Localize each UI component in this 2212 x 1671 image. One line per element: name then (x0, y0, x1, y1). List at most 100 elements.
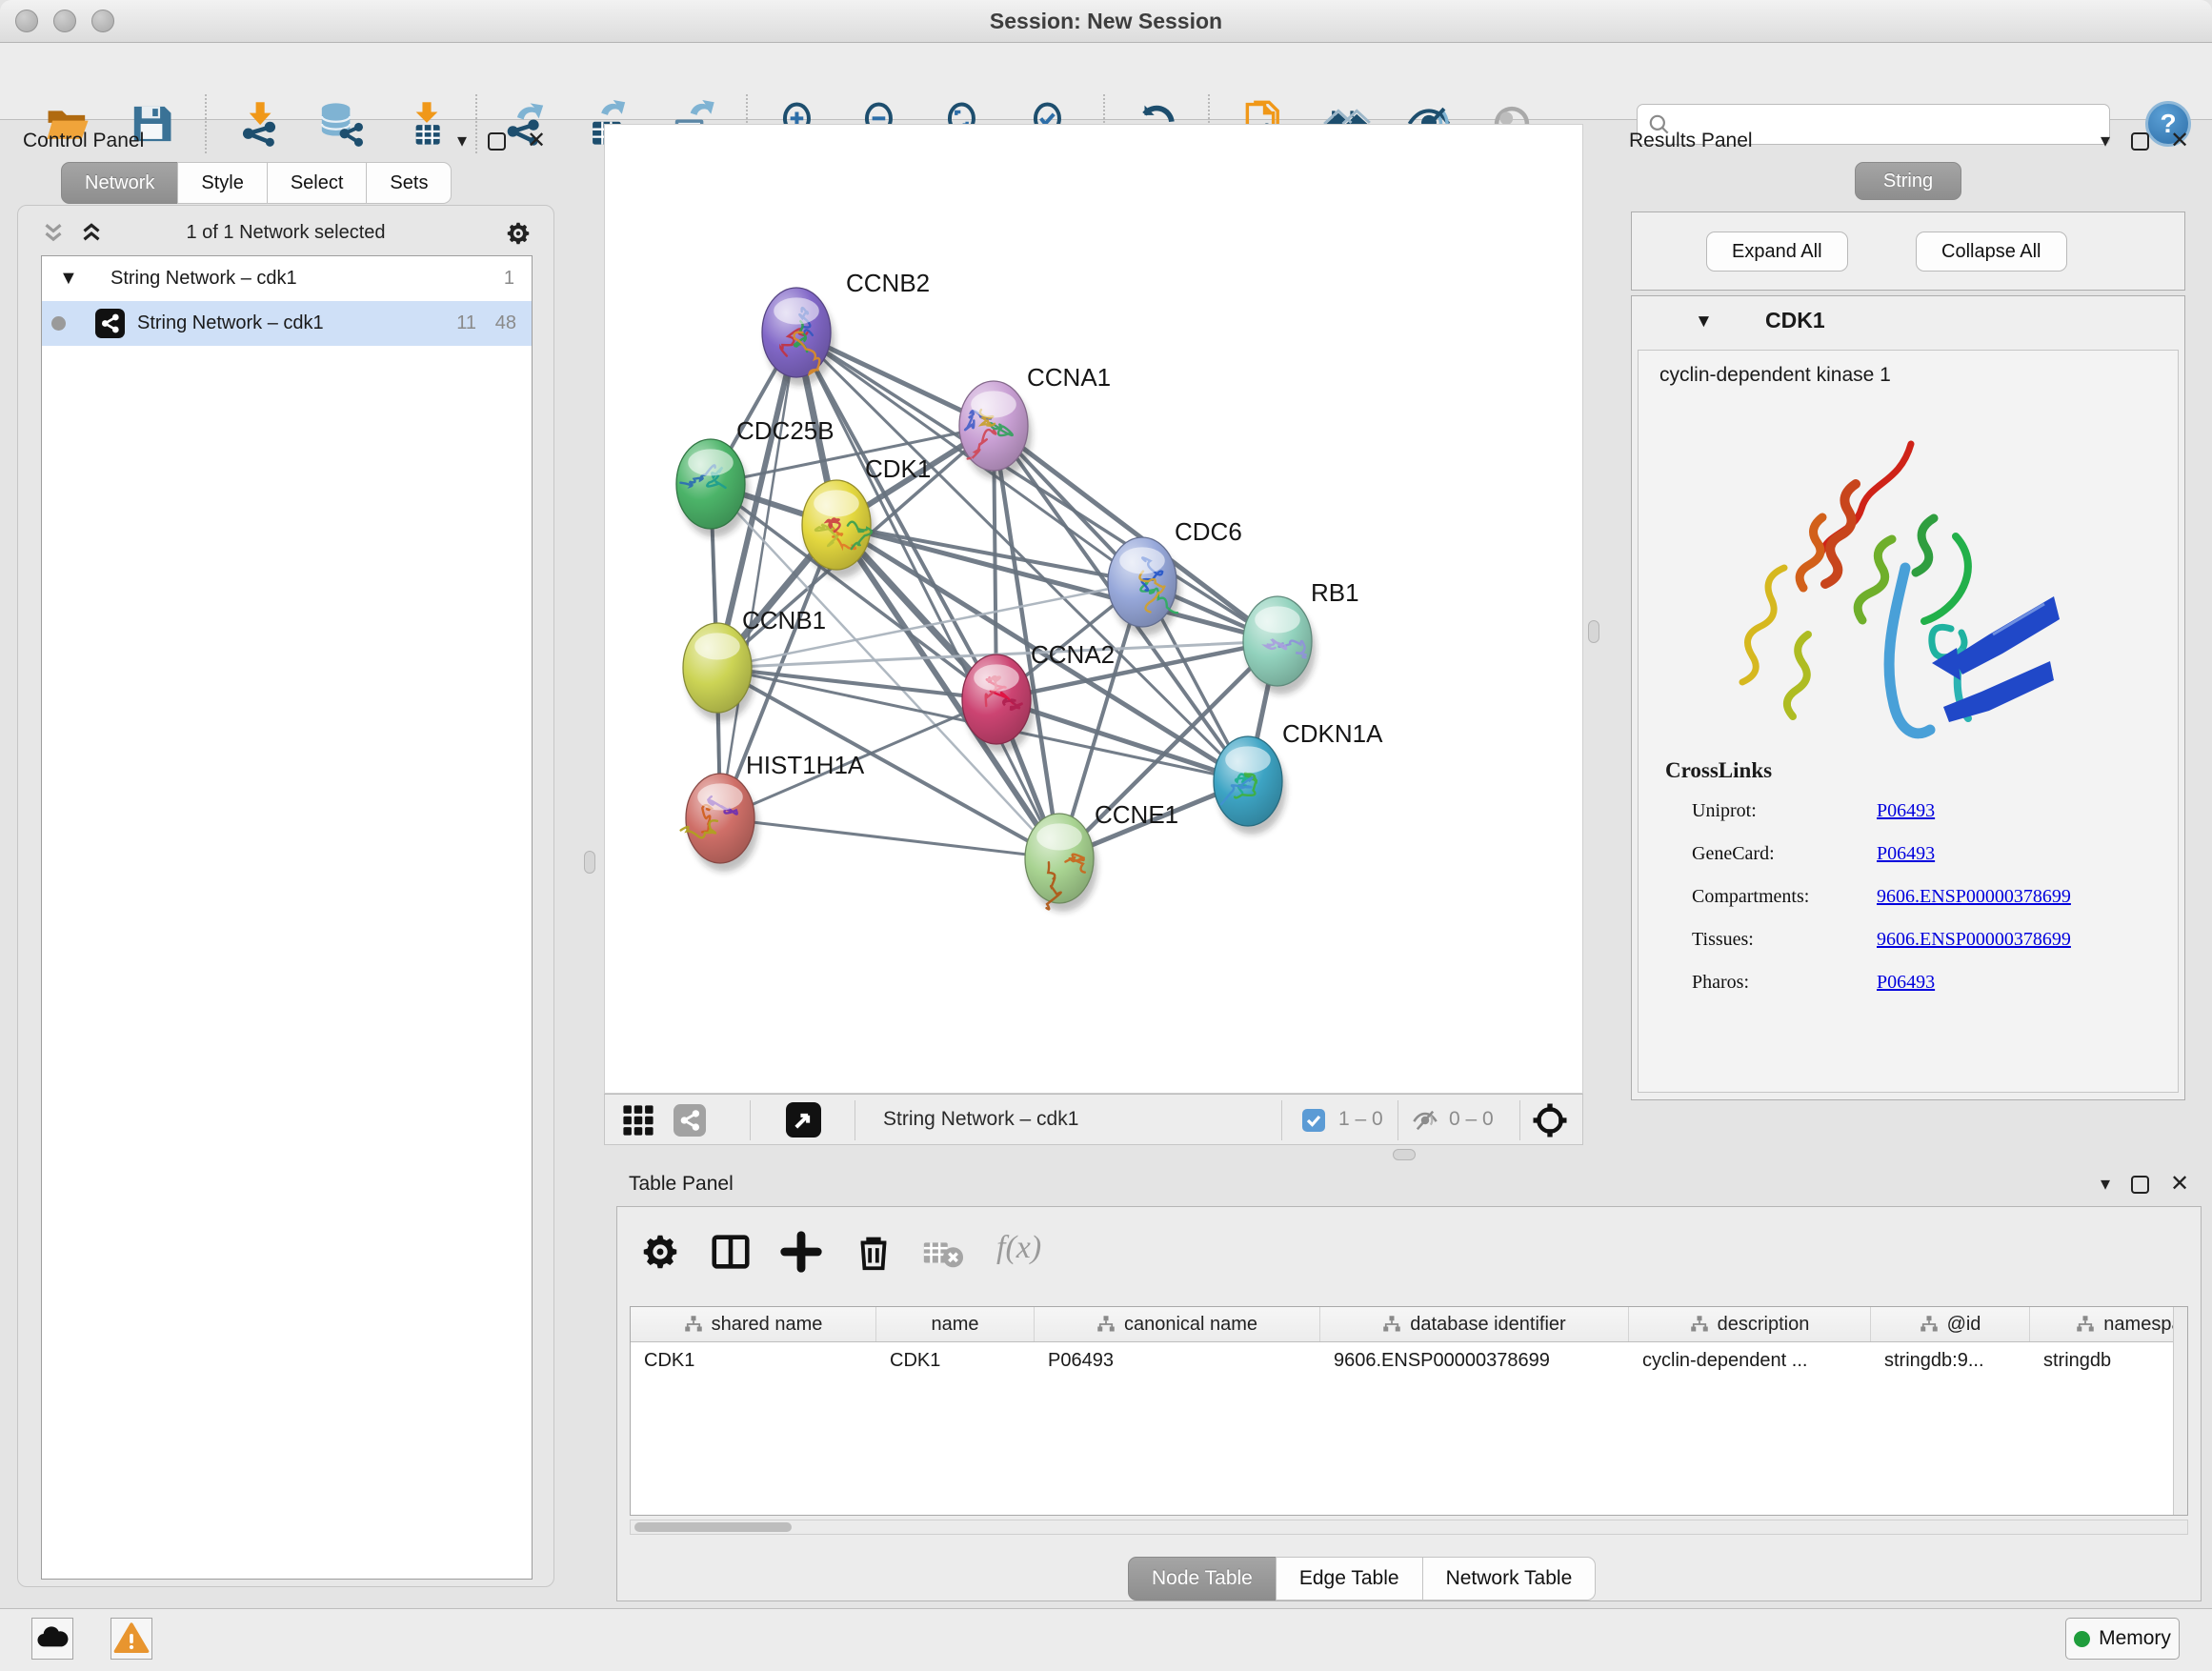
crosslink-link[interactable]: 9606.ENSP00000378699 (1877, 929, 2071, 951)
network-graph[interactable]: CCNB2CCNA1CDC25BCDK1CDC6RB1CCNB1CCNA2CDK… (605, 125, 1582, 1093)
hierarchy-icon (1690, 1315, 1709, 1334)
float-panel-icon[interactable] (2131, 132, 2149, 151)
import-network-button[interactable] (235, 100, 283, 148)
crosshair-icon[interactable] (1531, 1101, 1569, 1139)
network-tree-root-row[interactable]: ▼ String Network – cdk1 1 (42, 256, 532, 301)
column-header[interactable]: database identifier (1320, 1307, 1629, 1341)
column-header[interactable]: namespace (2030, 1307, 2188, 1341)
network-canvas[interactable]: CCNB2CCNA1CDC25BCDK1CDC6RB1CCNB1CCNA2CDK… (604, 124, 1583, 1094)
tree-caret-icon[interactable]: ▼ (59, 268, 78, 290)
crosslink-link[interactable]: P06493 (1877, 800, 1935, 822)
right-splitter-handle[interactable] (1588, 620, 1599, 643)
crosslink-row: Pharos: P06493 (1639, 962, 2178, 1005)
crosslink-link[interactable]: 9606.ENSP00000378699 (1877, 886, 2071, 908)
crosslink-link[interactable]: P06493 (1877, 972, 1935, 994)
column-header[interactable]: shared name (631, 1307, 876, 1341)
function-builder-button[interactable]: f(x) (996, 1230, 1041, 1266)
import-table-icon (403, 100, 451, 148)
table-settings-button[interactable] (638, 1230, 682, 1274)
collapse-all-button[interactable]: Collapse All (1916, 232, 2067, 272)
column-header[interactable]: name (876, 1307, 1035, 1341)
section-caret-icon[interactable]: ▼ (1695, 312, 1713, 332)
tab-edge-table[interactable]: Edge Table (1276, 1557, 1423, 1601)
crosslink-row: Uniprot: P06493 (1639, 791, 2178, 834)
graph-node-label: CCNA2 (1031, 640, 1115, 669)
collapse-panel-icon[interactable]: ▾ (2101, 1175, 2110, 1194)
tab-node-table[interactable]: Node Table (1128, 1557, 1277, 1601)
table-row[interactable]: CDK1 CDK1 P06493 9606.ENSP00000378699 cy… (631, 1342, 2187, 1382)
protein-name: CDK1 (1765, 308, 1825, 333)
cell-description[interactable]: cyclin-dependent ... (1629, 1342, 1871, 1382)
crosslinks-title: CrossLinks (1665, 758, 1772, 783)
window-title: Session: New Session (0, 9, 2212, 34)
network-label: String Network – cdk1 (137, 312, 324, 334)
string-network-icon (95, 309, 125, 338)
graph-node-label: CDKN1A (1282, 719, 1383, 748)
expand-all-button[interactable]: Expand All (1706, 232, 1848, 272)
protein-section-header[interactable]: ▼ CDK1 (1632, 304, 2184, 346)
status-bar: Memory (0, 1608, 2212, 1671)
close-panel-icon[interactable]: ✕ (2170, 130, 2189, 152)
warnings-button[interactable] (111, 1618, 152, 1660)
table-vertical-scrollbar[interactable] (2173, 1307, 2187, 1515)
column-header[interactable]: canonical name (1035, 1307, 1320, 1341)
left-splitter-handle[interactable] (584, 851, 595, 874)
cell-canonical-name[interactable]: P06493 (1035, 1342, 1320, 1382)
show-columns-button[interactable] (709, 1230, 753, 1274)
float-panel-icon[interactable] (488, 132, 506, 151)
close-panel-icon[interactable]: ✕ (527, 130, 546, 152)
node-table: shared name name canonical name database… (630, 1306, 2188, 1516)
cell-namespace[interactable]: stringdb (2030, 1342, 2188, 1382)
import-database-button[interactable] (315, 100, 363, 148)
network-status-bar: String Network – cdk1 1 – 0 0 – 0 (604, 1094, 1583, 1145)
selection-counts: 1 – 0 (1338, 1108, 1383, 1131)
cell-shared-name[interactable]: CDK1 (631, 1342, 876, 1382)
tab-string[interactable]: String (1855, 162, 1961, 200)
protein-description: cyclin-dependent kinase 1 (1659, 364, 1891, 387)
memory-button[interactable]: Memory (2065, 1618, 2180, 1660)
hierarchy-icon (1920, 1315, 1939, 1334)
birdseye-toggle-icon[interactable] (786, 1102, 821, 1137)
close-panel-icon[interactable]: ✕ (2170, 1173, 2189, 1196)
grid-view-icon[interactable] (622, 1104, 654, 1137)
results-actions-box: Expand All Collapse All (1631, 211, 2185, 291)
tab-sets[interactable]: Sets (366, 162, 452, 204)
gear-icon[interactable] (504, 219, 533, 248)
network-collection-count: 1 (504, 268, 514, 290)
tab-network[interactable]: Network (61, 162, 178, 204)
selected-checkbox-icon[interactable] (1302, 1109, 1325, 1132)
graph-node-HIST1H1A: HIST1H1A (681, 751, 865, 872)
toolbar-separator (205, 94, 207, 153)
table-panel-title: Table Panel (629, 1173, 734, 1196)
hierarchy-icon (684, 1315, 703, 1334)
delete-column-button[interactable] (852, 1230, 895, 1274)
crosslink-row: Tissues: 9606.ENSP00000378699 (1639, 919, 2178, 962)
delete-table-button[interactable] (920, 1230, 964, 1274)
graph-node-label: RB1 (1311, 578, 1359, 607)
cell-name[interactable]: CDK1 (876, 1342, 1035, 1382)
import-table-button[interactable] (403, 100, 451, 148)
tab-network-table[interactable]: Network Table (1422, 1557, 1597, 1601)
graph-node-label: CDC25B (736, 416, 835, 445)
crosslink-link[interactable]: P06493 (1877, 843, 1935, 865)
graph-node-label: CCNB2 (846, 269, 930, 297)
tab-select[interactable]: Select (267, 162, 368, 204)
add-column-button[interactable] (779, 1230, 823, 1274)
scrollbar-thumb[interactable] (634, 1522, 792, 1532)
cell-id[interactable]: stringdb:9... (1871, 1342, 2030, 1382)
column-header[interactable]: @id (1871, 1307, 2030, 1341)
cell-database-identifier[interactable]: 9606.ENSP00000378699 (1320, 1342, 1629, 1382)
network-tree-child-row[interactable]: String Network – cdk1 11 48 (42, 301, 532, 346)
table-horizontal-scrollbar[interactable] (630, 1520, 2188, 1535)
tab-style[interactable]: Style (177, 162, 267, 204)
graph-node-label: CCNB1 (742, 606, 826, 634)
column-header[interactable]: description (1629, 1307, 1871, 1341)
hidden-eye-slash-icon (1411, 1107, 1439, 1134)
collapse-panel-icon[interactable]: ▾ (2101, 131, 2110, 151)
collapse-panel-icon[interactable]: ▾ (457, 131, 467, 151)
share-view-icon[interactable] (674, 1104, 706, 1137)
float-panel-icon[interactable] (2131, 1176, 2149, 1194)
bottom-splitter-handle[interactable] (1393, 1149, 1416, 1160)
cloud-button[interactable] (31, 1618, 73, 1660)
control-panel-title: Control Panel (23, 130, 144, 152)
